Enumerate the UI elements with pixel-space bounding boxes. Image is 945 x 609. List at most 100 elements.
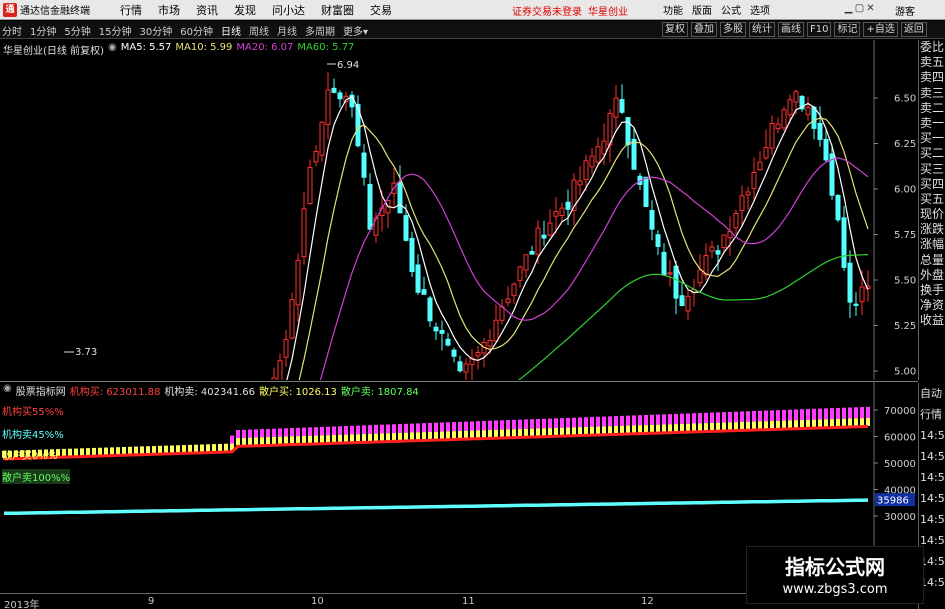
candlestick-chart[interactable]: 6.506.256.005.755.505.255.004.754.504.25… [0, 40, 918, 380]
inst-sell-bar [410, 432, 414, 440]
inst-buy-bar [380, 424, 384, 434]
menu-news[interactable]: 资讯 [196, 2, 218, 18]
inst-sell-bar [338, 434, 342, 443]
ma10-line [298, 117, 869, 380]
y-tick-label: 5.00 [894, 367, 916, 378]
tab-5min[interactable]: 5分钟 [64, 23, 90, 38]
candle-up [301, 208, 307, 258]
login-status[interactable]: 证券交易未登录 [512, 3, 582, 18]
candle-up [307, 166, 313, 205]
inst-buy-bar [596, 416, 600, 427]
tab-30min[interactable]: 30分钟 [139, 23, 172, 38]
inst-sell-bar [674, 424, 678, 432]
menu-wealth[interactable]: 财富圈 [321, 2, 354, 18]
back-button[interactable]: 返回 [900, 22, 927, 37]
menu-discover[interactable]: 发现 [234, 2, 256, 18]
inst-buy-bar [728, 411, 732, 423]
inst-sell-bar [752, 421, 756, 430]
inst-buy-bar [770, 410, 774, 422]
indicator-y-label: 70000 [884, 406, 916, 417]
guest-user[interactable]: 游客 [895, 3, 915, 18]
inst-sell-bar [368, 433, 372, 442]
inst-sell-bar [488, 430, 492, 438]
candle-up [517, 266, 523, 281]
minimize-icon[interactable]: ▁ [843, 3, 854, 14]
tab-60min[interactable]: 60分钟 [180, 23, 213, 38]
close-icon[interactable]: ✕ [865, 3, 876, 14]
settings-icon[interactable]: ◉ [108, 42, 117, 57]
statistics-button[interactable]: 统计 [749, 22, 775, 37]
candle-up [757, 161, 763, 171]
menu-market[interactable]: 市场 [158, 2, 180, 18]
indicator-header: ◉ 股票指标网 机构买: 623011.88 机构卖: 402341.66 散户… [3, 383, 423, 398]
inst-sell-bar [548, 428, 552, 436]
ma60-line [517, 254, 869, 380]
quote-field-15: 外盘 [920, 267, 945, 282]
inst-sell-bar [326, 435, 330, 443]
right-menu: 功能 版面 公式 选项 [663, 2, 779, 17]
inst-buy-bar [548, 418, 552, 429]
menu-xiaoda[interactable]: 问小达 [272, 2, 305, 18]
x-tick-10: 10 [311, 596, 324, 607]
tab-daily[interactable]: 日线 [221, 23, 241, 38]
overlay-button[interactable]: 叠加 [691, 22, 717, 37]
candle-up [493, 319, 499, 342]
inst-sell-bar [476, 430, 480, 438]
auto-quote-1[interactable]: 行情 [919, 404, 945, 425]
inst-sell-bar [470, 430, 474, 439]
menu-options[interactable]: 选项 [750, 2, 770, 17]
tab-weekly[interactable]: 周线 [249, 23, 269, 38]
inst-sell-bar [728, 422, 732, 431]
inst-sell-bar [308, 435, 312, 444]
high-label: 6.94 [337, 60, 359, 71]
tab-15min[interactable]: 15分钟 [99, 23, 132, 38]
tab-intraday[interactable]: 分时 [2, 23, 22, 38]
inst-sell-bar [632, 425, 636, 434]
inst-sell-bar [278, 436, 282, 444]
adjust-button[interactable]: 复权 [662, 22, 688, 37]
price-chart[interactable]: 6.506.256.005.755.505.255.004.754.504.25… [0, 40, 918, 380]
menu-formula[interactable]: 公式 [721, 2, 741, 17]
inst-sell-bar [554, 427, 558, 436]
inst-buy-bar [542, 418, 546, 429]
inst-sell-bar [464, 430, 468, 439]
maximize-icon[interactable]: ▢ [854, 3, 865, 14]
inst-sell-bar [206, 444, 210, 452]
stock-title: 华星创业(日线 前复权) [3, 46, 104, 57]
inst-sell-bar [434, 431, 438, 440]
candle-down [823, 138, 829, 161]
ma20-line [319, 157, 869, 380]
f10-button[interactable]: F10 [807, 22, 832, 37]
inst-buy-bar [356, 425, 360, 435]
mark-button[interactable]: 标记 [834, 22, 861, 37]
inst-buy-bar [740, 411, 744, 422]
tab-1min[interactable]: 1分钟 [30, 23, 56, 38]
inst-buy-bar [500, 420, 504, 430]
candle-down [421, 289, 427, 295]
candle-down [331, 87, 337, 93]
candle-down [679, 295, 685, 307]
add-watchlist-button[interactable]: +自选 [863, 22, 898, 37]
menu-layout[interactable]: 版面 [692, 2, 712, 17]
tab-multi-period[interactable]: 多周期 [305, 23, 335, 38]
quote-field-9: 买四 [920, 176, 945, 191]
menu-trade[interactable]: 交易 [370, 2, 392, 18]
inst-buy-bar [662, 414, 666, 425]
tab-more[interactable]: 更多▾ [343, 23, 368, 38]
inst-sell-bar [110, 447, 114, 455]
inst-buy-bar [440, 422, 444, 432]
y-tick-label: 6.00 [894, 185, 916, 196]
indicator-settings-icon[interactable]: ◉ [3, 383, 12, 398]
inst-sell-bar [212, 444, 216, 452]
inst-buy-bar [584, 417, 588, 427]
auto-quote-0[interactable]: 自动 [919, 383, 945, 404]
tab-monthly[interactable]: 月线 [277, 23, 297, 38]
inst-buy-bar [746, 411, 750, 422]
inst-buy-bar [536, 418, 540, 429]
inst-sell-bar [200, 444, 204, 452]
inst-sell-bar [680, 423, 684, 432]
menu-function[interactable]: 功能 [663, 2, 683, 17]
draw-line-button[interactable]: 画线 [778, 22, 804, 37]
menu-quotes[interactable]: 行情 [120, 2, 142, 18]
multi-stock-button[interactable]: 多股 [720, 22, 746, 37]
